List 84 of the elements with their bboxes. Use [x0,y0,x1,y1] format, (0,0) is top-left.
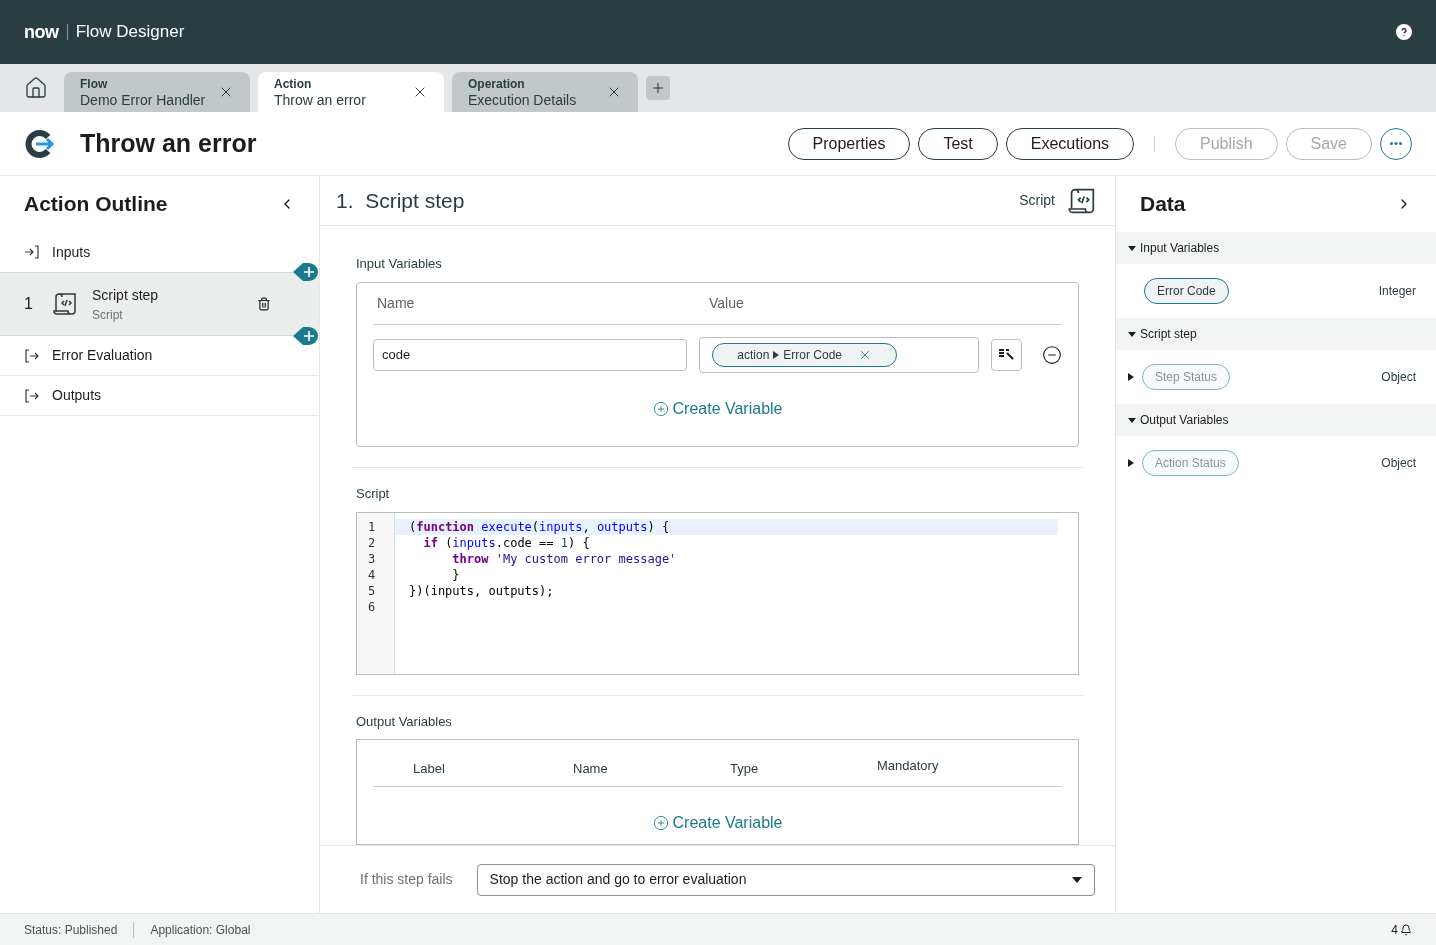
new-tab-button[interactable] [646,76,670,100]
data-group-header[interactable]: Script step [1116,318,1436,350]
line-number: 2 [367,534,376,551]
failure-dropdown[interactable]: Stop the action and go to error evaluation [476,863,1095,896]
line-number: 5 [367,582,376,599]
failure-label: If this step fails [360,870,453,889]
column-header: Mandatory [877,757,940,776]
outline-title: Action Outline [24,191,168,218]
caret-icon [1128,416,1136,424]
add-circle-icon [652,815,669,832]
add-step-button[interactable] [293,326,319,346]
data-group-header[interactable]: Input Variables [1116,232,1436,264]
code-line: } [451,566,461,583]
tab[interactable]: Flow Demo Error Handler [64,72,250,112]
column-header: Value [709,293,744,313]
section-label: Input Variables [356,255,443,273]
code-line: })(inputs, outputs); [408,582,555,599]
line-number: 1 [367,518,376,535]
step-label: Script step [92,285,160,305]
dropdown-caret-icon [1072,876,1082,883]
action-logo-icon [24,127,56,160]
tab[interactable]: Operation Execution Details [452,72,638,112]
code-editor[interactable]: 1 2 3 4 5 6 (function execute(inputs, outputs) { if (inputs.code == 1) { throw 'My custom error message' } })(inputs, outputs); [356,511,1079,675]
app-title: Flow Designer [75,21,185,44]
sign-in-icon [24,244,40,260]
tab-name: Demo Error Handler [80,92,206,108]
expand-caret-icon[interactable] [1128,373,1134,381]
data-panel-title: Data [1140,191,1186,218]
column-header: Label [412,759,446,778]
step-type-label: Script [1019,191,1055,210]
data-type: Object [1381,455,1417,472]
data-pill[interactable]: action Error Code [712,342,898,367]
delete-icon[interactable] [257,297,271,311]
create-variable-button[interactable]: Create Variable [652,811,783,836]
create-variable-button[interactable]: Create Variable [652,396,783,421]
logo: now [24,20,59,44]
data-type: Integer [1378,283,1417,300]
code-line: if (inputs.code == 1) { [422,534,591,551]
caret-icon [773,350,780,359]
section-label: Script [356,485,391,504]
line-number: 4 [367,566,376,583]
tab-name: Execution Details [468,92,577,108]
caret-icon [1128,330,1136,338]
step-subtitle: Script [92,306,124,324]
plus-icon [650,80,666,96]
remove-icon[interactable] [1042,344,1062,365]
section-label: Output Variables [356,712,453,731]
add-circle-icon [652,400,669,417]
caret-icon [1128,244,1136,252]
bell-icon [1400,923,1412,936]
sign-out-icon [24,387,40,404]
data-picker-button[interactable] [990,338,1022,371]
help-icon[interactable] [1396,24,1412,40]
outline-label: Inputs [52,242,91,262]
status-text: Status: Published [24,921,118,939]
outline-label: Outputs [52,386,102,405]
column-header: Name [376,293,416,313]
tab-type: Action [274,76,313,92]
column-header: Name [573,759,609,778]
more-icon [1390,142,1402,145]
name-field[interactable]: code [373,338,688,371]
data-group-header[interactable]: Output Variables [1116,404,1436,436]
outline-label: Error Evaluation [52,346,153,365]
add-step-button[interactable] [293,262,319,282]
line-number: 6 [367,598,376,615]
step-number: 1 [24,294,34,314]
expand-caret-icon[interactable] [1128,459,1134,467]
column-header: Type [730,759,760,778]
outline-step[interactable]: 1 Script step Script [0,272,319,336]
code-line: throw 'My custom error message' [451,550,678,567]
tab-type: Operation [468,76,526,92]
tab-name: Throw an error [274,92,366,108]
step-heading: 1. Script step [336,187,465,214]
application-text: Application: Global [150,921,251,939]
page-title: Throw an error [80,127,257,159]
data-type: Object [1381,369,1417,386]
data-pill[interactable]: Error Code [1144,278,1229,304]
notification-count[interactable]: 4 [1391,920,1412,939]
tab[interactable]: Action Throw an error [258,72,444,112]
line-number: 3 [367,550,376,567]
sign-out-icon [24,347,40,364]
tab-type: Flow [80,76,109,92]
home-icon[interactable] [24,76,48,100]
value-field[interactable]: action Error Code [699,336,979,373]
